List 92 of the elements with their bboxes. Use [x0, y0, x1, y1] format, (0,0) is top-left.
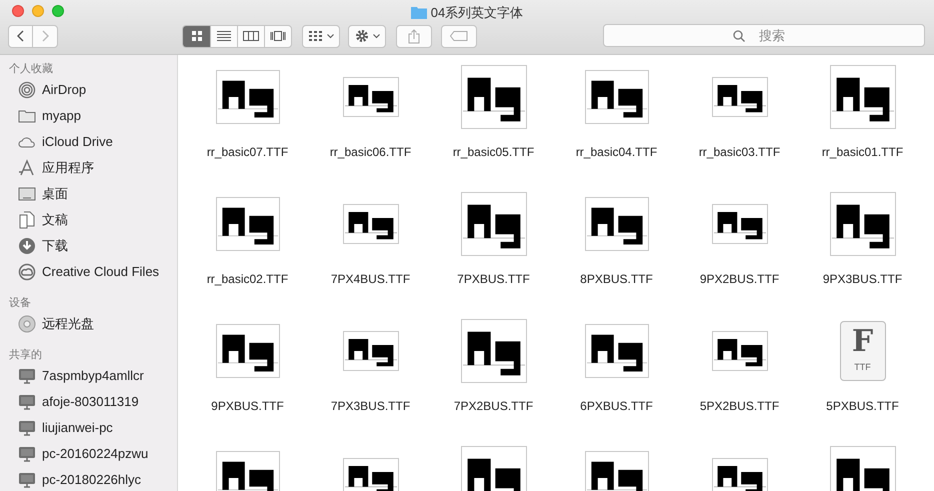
- monitor-icon: [18, 393, 36, 411]
- column-view-icon: [243, 30, 259, 42]
- font-preview-thumbnail[interactable]: [712, 458, 768, 491]
- file-name[interactable]: rr_basic06.TTF: [330, 143, 412, 161]
- share-icon: [408, 28, 420, 44]
- view-mode-button[interactable]: [183, 26, 210, 46]
- font-preview-thumbnail[interactable]: [712, 204, 768, 244]
- font-preview-thumbnail[interactable]: [216, 197, 280, 251]
- sidebar-item[interactable]: 应用程序: [9, 155, 177, 181]
- font-preview-thumbnail[interactable]: [216, 324, 280, 378]
- sidebar-item[interactable]: 远程光盘: [9, 311, 177, 337]
- sidebar-item[interactable]: pc-20160224pzwu: [9, 441, 177, 467]
- window-title: 04系列英文字体: [430, 4, 524, 22]
- font-preview-thumbnail[interactable]: [342, 77, 398, 117]
- action-button[interactable]: [348, 24, 386, 48]
- font-preview-thumbnail[interactable]: [342, 331, 398, 371]
- sidebar-item[interactable]: 下载: [9, 233, 177, 259]
- font-preview-thumbnail[interactable]: [584, 197, 648, 251]
- file-name[interactable]: rr_basic04.TTF: [576, 143, 658, 161]
- file-name[interactable]: rr_basic05.TTF: [452, 143, 534, 161]
- sidebar-item[interactable]: AirDrop: [9, 77, 177, 103]
- apps-icon: [18, 159, 36, 177]
- font-preview-thumbnail[interactable]: [342, 458, 398, 491]
- font-preview-thumbnail[interactable]: [216, 451, 280, 491]
- font-preview-thumbnail[interactable]: [712, 331, 768, 371]
- file-name[interactable]: 7PX4BUS.TTF: [330, 270, 410, 288]
- font-preview-thumbnail[interactable]: [460, 319, 526, 383]
- font-preview-thumbnail[interactable]: [460, 65, 526, 129]
- font-preview-thumbnail[interactable]: [342, 204, 398, 244]
- font-preview-thumbnail[interactable]: [830, 192, 896, 256]
- file-name[interactable]: 9PX3BUS.TTF: [822, 270, 902, 288]
- file-name[interactable]: 5PX2BUS.TTF: [700, 397, 780, 415]
- tag-icon: [450, 31, 468, 41]
- font-preview-thumbnail[interactable]: [712, 77, 768, 117]
- sidebar-section-title: 设备: [9, 296, 32, 311]
- font-glyph: F: [852, 327, 874, 358]
- file-name[interactable]: rr_basic02.TTF: [206, 270, 288, 288]
- desktop-icon: [18, 185, 36, 203]
- font-preview-thumbnail[interactable]: [584, 324, 648, 378]
- font-file-icon[interactable]: F TTF: [840, 321, 886, 381]
- chevron-right-icon: [41, 30, 49, 42]
- file-name[interactable]: rr_basic07.TTF: [206, 143, 288, 161]
- creative-cloud-icon: [18, 263, 36, 281]
- font-preview-thumbnail[interactable]: [460, 192, 526, 256]
- list-view-icon: [216, 30, 232, 42]
- file-name[interactable]: 7PX2BUS.TTF: [454, 397, 534, 415]
- close-button[interactable]: [12, 5, 24, 17]
- font-preview-thumbnail[interactable]: [216, 70, 280, 124]
- font-preview-thumbnail[interactable]: [830, 65, 896, 129]
- download-icon: [18, 237, 36, 255]
- chevron-left-icon: [16, 30, 24, 42]
- sidebar-item[interactable]: 文稿: [9, 207, 177, 233]
- monitor-icon: [18, 445, 36, 463]
- file-name[interactable]: rr_basic03.TTF: [698, 143, 780, 161]
- sidebar-item[interactable]: iCloud Drive: [9, 129, 177, 155]
- cover-flow-icon: [270, 30, 286, 42]
- file-name[interactable]: 7PXBUS.TTF: [457, 270, 530, 288]
- disc-icon: [18, 315, 36, 333]
- caret-icon: [326, 34, 334, 38]
- folder-icon: [410, 6, 427, 20]
- sidebar-item[interactable]: afoje-803011319: [9, 389, 177, 415]
- file-name[interactable]: 8PXBUS.TTF: [580, 270, 653, 288]
- file-name[interactable]: 5PXBUS.TTF: [826, 397, 899, 415]
- sidebar-item[interactable]: liujianwei-pc: [9, 415, 177, 441]
- search-field[interactable]: 搜索: [603, 24, 925, 47]
- font-preview-thumbnail[interactable]: [460, 446, 526, 491]
- arrange-button[interactable]: [302, 24, 340, 48]
- sidebar-section-title: 共享的: [9, 348, 43, 363]
- grid-icon: [308, 31, 322, 41]
- documents-icon: [18, 211, 36, 229]
- search-icon: [733, 30, 745, 42]
- gear-icon: [354, 29, 368, 43]
- font-preview-thumbnail[interactable]: [584, 451, 648, 491]
- sidebar-item[interactable]: 7aspmbyp4amllcr: [9, 363, 177, 389]
- sidebar-item[interactable]: Creative Cloud Files: [9, 259, 177, 285]
- font-preview-thumbnail[interactable]: [830, 446, 896, 491]
- sidebar-item[interactable]: pc-20180226hlyc: [9, 467, 177, 491]
- file-name[interactable]: 9PXBUS.TTF: [211, 397, 284, 415]
- file-name[interactable]: 7PX3BUS.TTF: [330, 397, 410, 415]
- sidebar-item[interactable]: myapp: [9, 103, 177, 129]
- monitor-icon: [18, 471, 36, 489]
- file-type-label: TTF: [854, 361, 871, 374]
- sidebar-section-title: 个人收藏: [9, 62, 54, 77]
- airdrop-icon: [18, 81, 36, 99]
- file-name[interactable]: 9PX2BUS.TTF: [700, 270, 780, 288]
- monitor-icon: [18, 367, 36, 385]
- file-name[interactable]: rr_basic01.TTF: [822, 143, 904, 161]
- file-name[interactable]: 6PXBUS.TTF: [580, 397, 653, 415]
- font-preview-thumbnail[interactable]: [584, 70, 648, 124]
- sidebar-item[interactable]: 桌面: [9, 181, 177, 207]
- caret-icon: [372, 34, 380, 38]
- monitor-icon: [18, 419, 36, 437]
